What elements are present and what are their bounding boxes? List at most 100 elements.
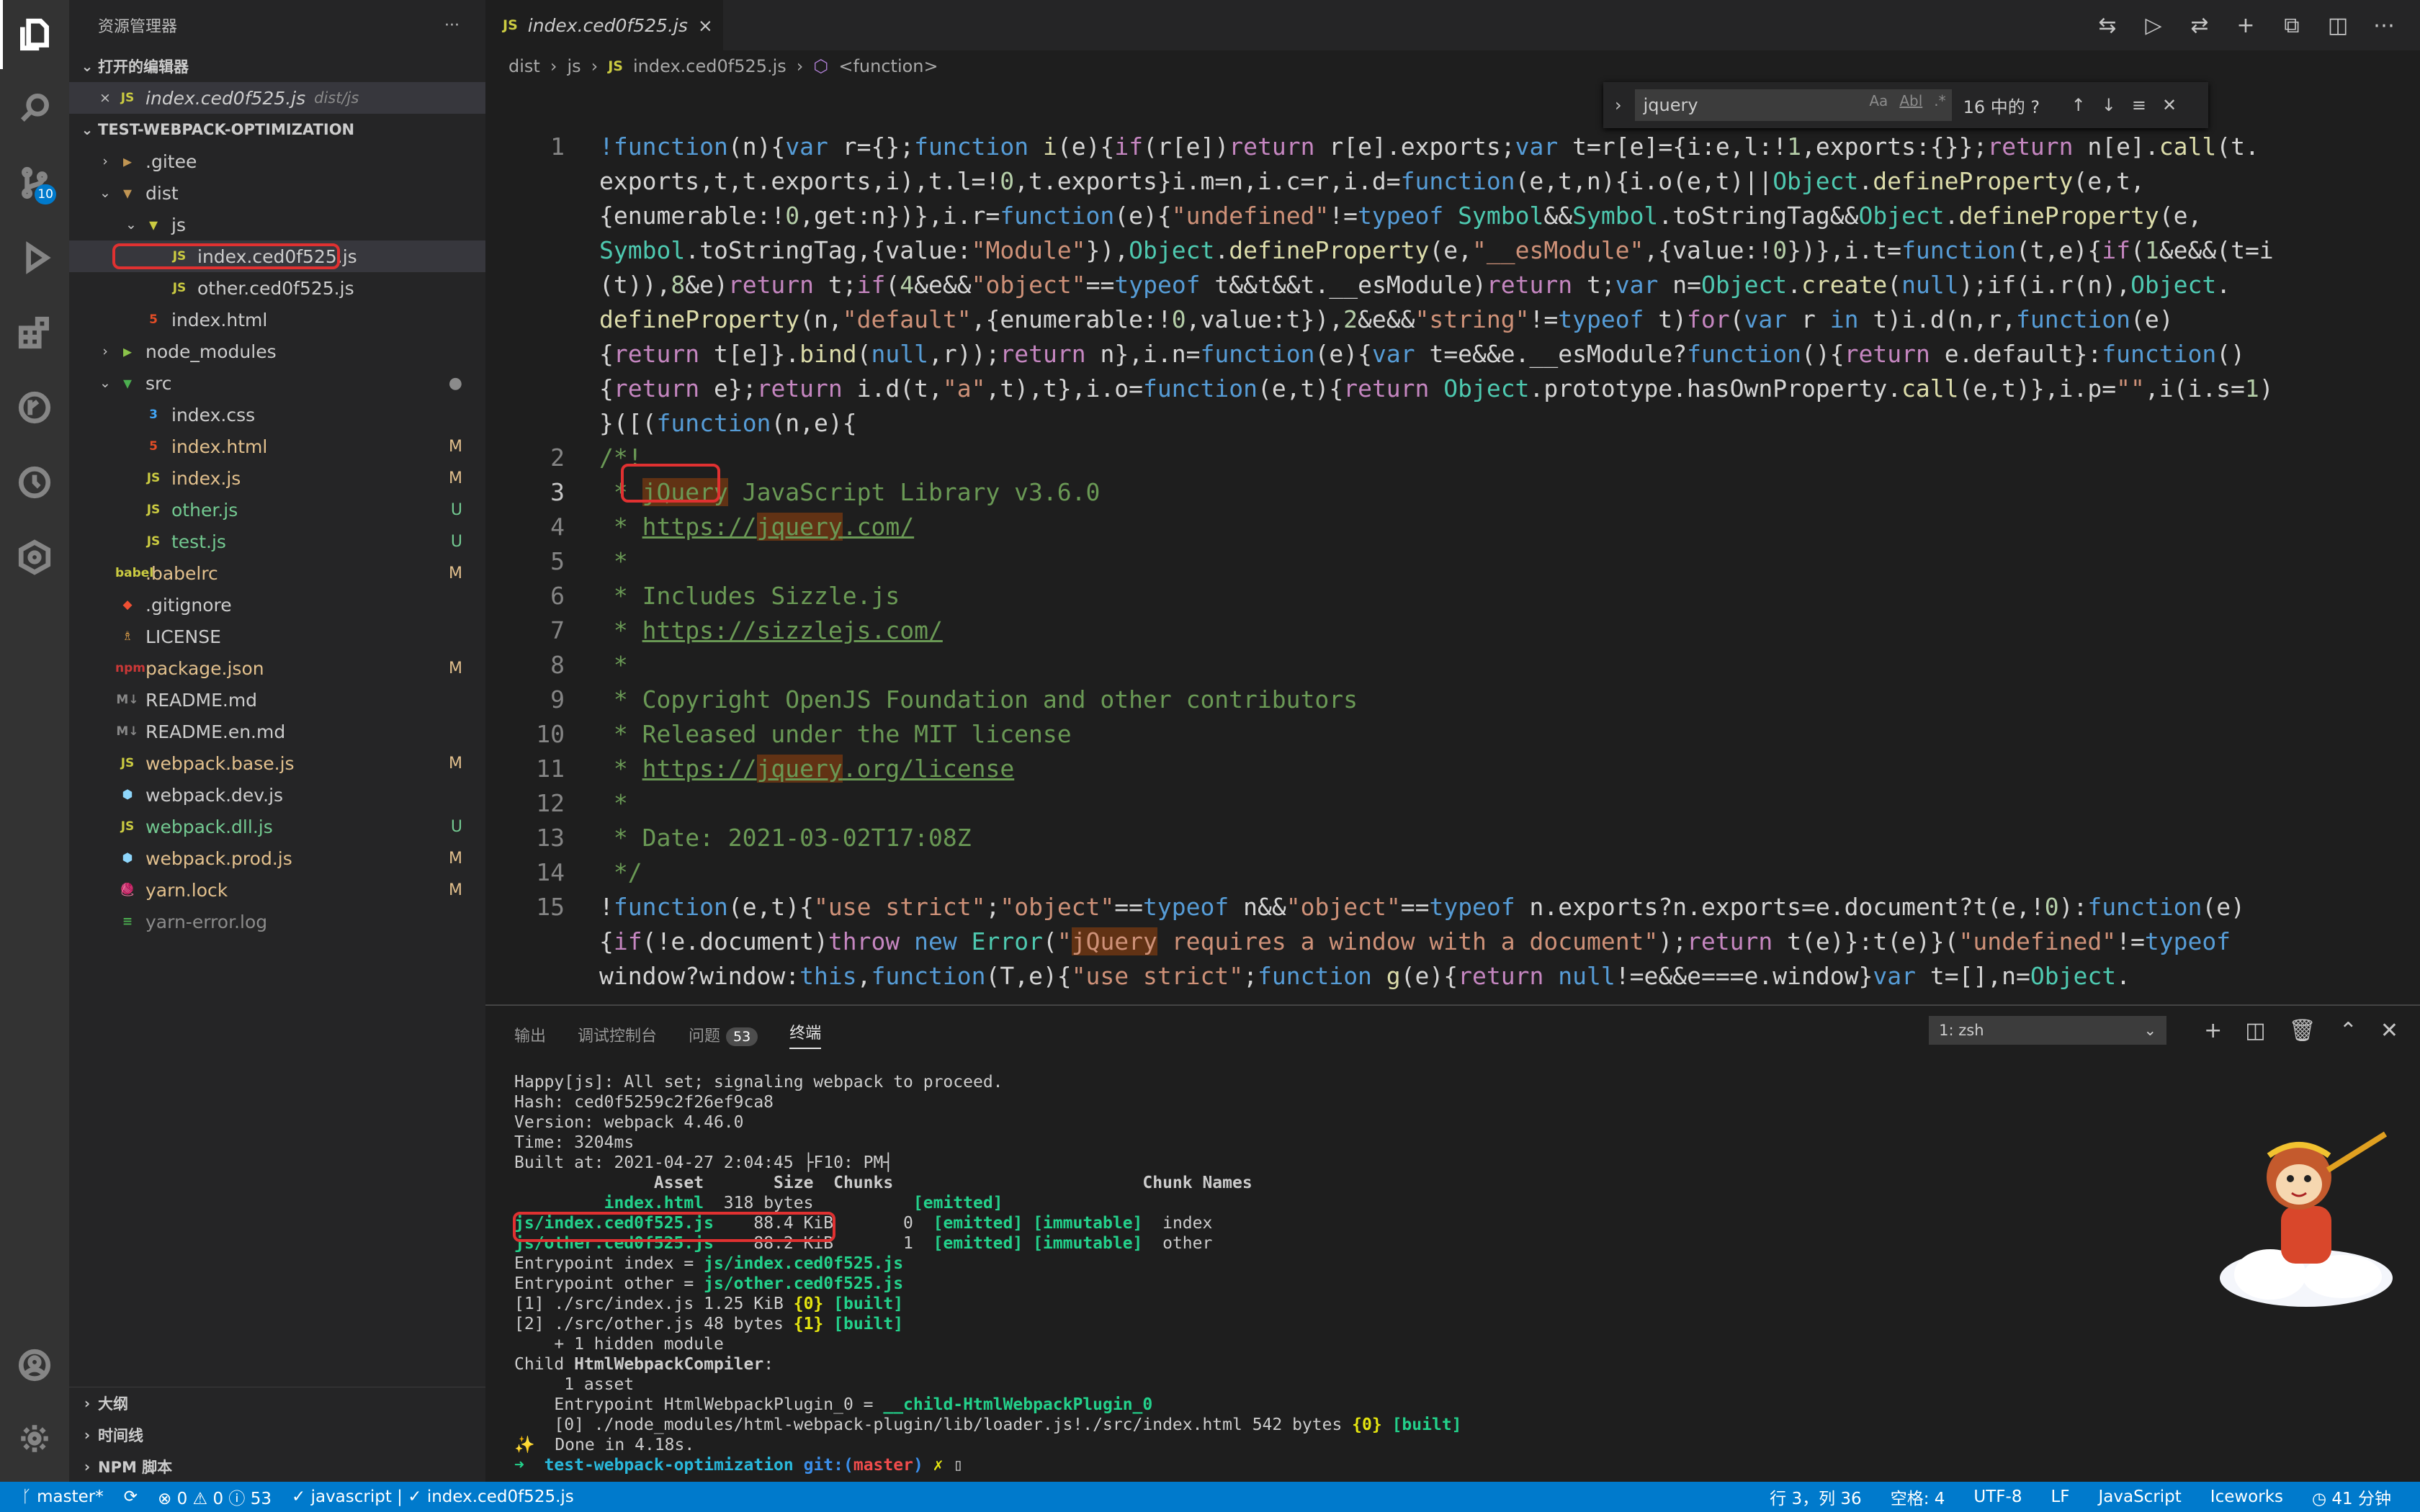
sync-icon[interactable]: ⟳: [124, 1488, 138, 1506]
tree-item[interactable]: JS test.js U: [69, 526, 485, 557]
tree-item[interactable]: JS webpack.dll.js U: [69, 811, 485, 842]
search-icon[interactable]: [0, 73, 69, 143]
terminal-output[interactable]: Happy[js]: All set; signaling webpack to…: [514, 1072, 1462, 1475]
explorer-icon[interactable]: [0, 0, 69, 69]
branch-status[interactable]: ᚴ master*: [22, 1488, 104, 1506]
tab-problems[interactable]: 问题 53: [689, 1023, 758, 1046]
encoding[interactable]: UTF-8: [1973, 1488, 2022, 1506]
tree-item[interactable]: › ▸ node_modules: [69, 336, 485, 367]
tree-item[interactable]: 5 index.html: [69, 304, 485, 336]
timeline-section[interactable]: › 时间线: [69, 1419, 485, 1451]
maximize-panel-icon[interactable]: ⌃: [2339, 1018, 2357, 1043]
cursor-position[interactable]: 行 3，列 36: [1770, 1485, 1862, 1509]
tree-item[interactable]: 5 index.html M: [69, 431, 485, 462]
run-icon[interactable]: ▷: [2138, 9, 2169, 41]
tree-item[interactable]: 🧶 yarn.lock M: [69, 874, 485, 906]
breadcrumb-js[interactable]: js: [567, 56, 581, 76]
arrow-up-icon[interactable]: ↑: [2071, 95, 2086, 115]
language-check-status[interactable]: ✓ javascript | ✓ index.ced0f525.js: [292, 1488, 574, 1506]
tab-debug-console[interactable]: 调试控制台: [578, 1023, 657, 1046]
tree-item-label: LICENSE: [145, 626, 221, 647]
code-line: * https://jquery.com/: [599, 513, 915, 541]
breadcrumb-dist[interactable]: dist: [508, 56, 540, 76]
tree-item[interactable]: ⬢ webpack.dev.js: [69, 779, 485, 811]
breadcrumb-file[interactable]: index.ced0f525.js: [633, 56, 786, 76]
tab-terminal[interactable]: 终端: [789, 1020, 822, 1049]
iceworks-icon[interactable]: [0, 523, 69, 592]
project-section[interactable]: ⌄ TEST-WEBPACK-OPTIMIZATION: [69, 114, 485, 145]
close-icon[interactable]: ×: [95, 90, 115, 106]
tree-item[interactable]: ≡ yarn-error.log: [69, 906, 485, 937]
open-editors-section[interactable]: ⌄ 打开的编辑器: [69, 50, 485, 82]
tree-item[interactable]: ♗ LICENSE: [69, 621, 485, 652]
regex-icon[interactable]: .*: [1934, 92, 1945, 109]
npm-scripts-section[interactable]: › NPM 脚本: [69, 1451, 485, 1482]
tree-item[interactable]: 3 index.css: [69, 399, 485, 431]
close-panel-icon[interactable]: ✕: [2380, 1018, 2398, 1043]
tree-item[interactable]: M↓ README.en.md: [69, 716, 485, 747]
chevron-right-icon[interactable]: ›: [1615, 95, 1622, 115]
tree-item[interactable]: npm package.json M: [69, 652, 485, 684]
source-control-icon[interactable]: 10: [0, 148, 69, 217]
tree-item[interactable]: › ▸ .gitee: [69, 145, 485, 177]
tree-item-label: index.js: [171, 467, 241, 489]
coding-time[interactable]: ◷ 41 分钟: [2312, 1485, 2391, 1509]
file-icon: JS: [120, 756, 135, 770]
arrow-down-icon[interactable]: ↓: [2102, 95, 2116, 115]
close-tab-icon[interactable]: ×: [698, 15, 713, 36]
more-actions-icon[interactable]: ···: [444, 17, 460, 35]
timeline-clock-icon[interactable]: [0, 448, 69, 517]
find-input[interactable]: jquery Aa Abl .*: [1634, 89, 1952, 121]
cube-icon: ⬡: [813, 56, 829, 76]
tree-item-label: test.js: [171, 531, 226, 552]
file-icon: 3: [149, 408, 158, 422]
tree-item[interactable]: JS webpack.base.js M: [69, 747, 485, 779]
language-mode[interactable]: JavaScript: [2099, 1488, 2182, 1506]
find-in-selection-icon[interactable]: ≡: [2132, 95, 2146, 115]
iceworks-status[interactable]: Iceworks: [2210, 1488, 2283, 1506]
tree-item[interactable]: JS index.js M: [69, 462, 485, 494]
terminal-select[interactable]: 1: zsh ⌄: [1929, 1016, 2167, 1045]
run-debug-icon[interactable]: [0, 223, 69, 292]
add-icon[interactable]: +: [2230, 9, 2262, 41]
match-case-icon[interactable]: Aa: [1869, 92, 1888, 109]
open-editor-item[interactable]: × JS index.ced0f525.js dist/js: [69, 82, 485, 114]
tab-output[interactable]: 输出: [514, 1023, 546, 1046]
settings-gear-icon[interactable]: [0, 1404, 69, 1473]
chevron-icon: ⌄: [99, 185, 111, 201]
outline-section[interactable]: › 大纲: [69, 1387, 485, 1419]
chevron-right-icon: ›: [550, 56, 557, 76]
tree-item-label: yarn-error.log: [145, 911, 268, 932]
open-preview-icon[interactable]: ⧉: [2276, 9, 2308, 41]
tree-item[interactable]: babel .babelrc M: [69, 557, 485, 589]
breadcrumb-symbol[interactable]: <function>: [838, 56, 938, 76]
git-compare-icon[interactable]: ⇄: [2184, 9, 2215, 41]
tree-item[interactable]: ⌄ ▾ js: [69, 209, 485, 240]
explorer-sidebar: 资源管理器 ··· ⌄ 打开的编辑器 × JS index.ced0f525.js…: [69, 0, 485, 1482]
panel-toolbar: 1: zsh ⌄ + ◫ 🗑 ⌃ ✕: [1929, 1016, 2398, 1045]
tree-item[interactable]: ⬢ webpack.prod.js M: [69, 842, 485, 874]
tree-item[interactable]: ⌄ ▾ dist: [69, 177, 485, 209]
tree-item[interactable]: JS other.ced0f525.js: [69, 272, 485, 304]
more-actions-icon[interactable]: ⋯: [2368, 9, 2400, 41]
trash-icon[interactable]: 🗑: [2289, 1018, 2316, 1043]
git-graph-icon[interactable]: [0, 373, 69, 442]
tree-item[interactable]: ⌄ ▾ src ●: [69, 367, 485, 399]
split-editor-icon[interactable]: ◫: [2322, 9, 2354, 41]
tab-index-ced0f525[interactable]: JS index.ced0f525.js ×: [485, 0, 723, 50]
file-icon: ⬢: [122, 851, 133, 865]
end-of-line[interactable]: LF: [2051, 1488, 2069, 1506]
tree-item[interactable]: JS other.js U: [69, 494, 485, 526]
split-terminal-icon[interactable]: ◫: [2245, 1018, 2265, 1043]
indentation[interactable]: 空格: 4: [1891, 1485, 1945, 1509]
problems-status[interactable]: ⊗ 0 ⚠ 0 ⓘ 53: [158, 1485, 272, 1509]
extensions-icon[interactable]: [0, 298, 69, 367]
tree-item[interactable]: M↓ README.md: [69, 684, 485, 716]
close-icon[interactable]: ✕: [2162, 95, 2177, 115]
compare-changes-icon[interactable]: ⇆: [2092, 9, 2123, 41]
tree-item[interactable]: ◆ .gitignore: [69, 589, 485, 621]
new-terminal-icon[interactable]: +: [2204, 1018, 2222, 1043]
match-word-icon[interactable]: Abl: [1899, 92, 1922, 109]
editor-toolbar: ⇆ ▷ ⇄ + ⧉ ◫ ⋯: [2092, 0, 2400, 50]
account-icon[interactable]: [0, 1331, 69, 1400]
